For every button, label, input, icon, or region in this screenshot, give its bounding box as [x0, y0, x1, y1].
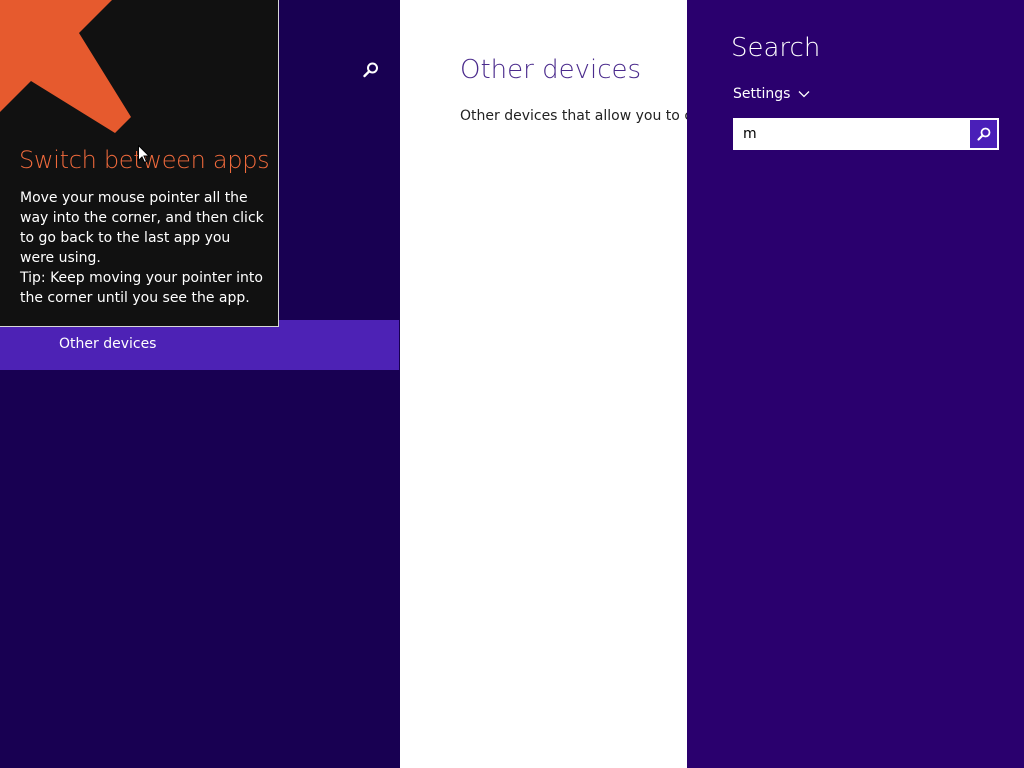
tip-hint: Tip: Keep moving your pointer into the c… [20, 270, 263, 306]
page-description: Other devices that allow you to control … [460, 108, 687, 124]
search-submit-button[interactable] [968, 118, 999, 150]
chevron-down-icon [798, 91, 810, 98]
search-icon[interactable] [361, 60, 381, 80]
mouse-pointer-icon [138, 145, 150, 164]
nav-item-label: Other devices [59, 336, 157, 352]
search-scope-label: Settings [733, 86, 791, 102]
corner-arrow-icon [0, 0, 131, 133]
search-input[interactable] [733, 118, 969, 150]
page-title: Other devices [460, 55, 642, 85]
screen: Other devices Other devices Other device… [0, 0, 1024, 768]
content-page: Other devices Other devices that allow y… [400, 0, 687, 768]
search-box [733, 118, 999, 150]
tip-body: Move your mouse pointer all the way into… [20, 188, 265, 308]
nav-item-other-devices[interactable]: Other devices [0, 320, 399, 370]
charm-title: Search [731, 33, 821, 63]
tip-instruction: Move your mouse pointer all the way into… [20, 190, 264, 266]
search-charm: Search Settings [687, 0, 1024, 768]
search-icon [976, 127, 990, 141]
search-scope-dropdown[interactable]: Settings [733, 86, 810, 102]
